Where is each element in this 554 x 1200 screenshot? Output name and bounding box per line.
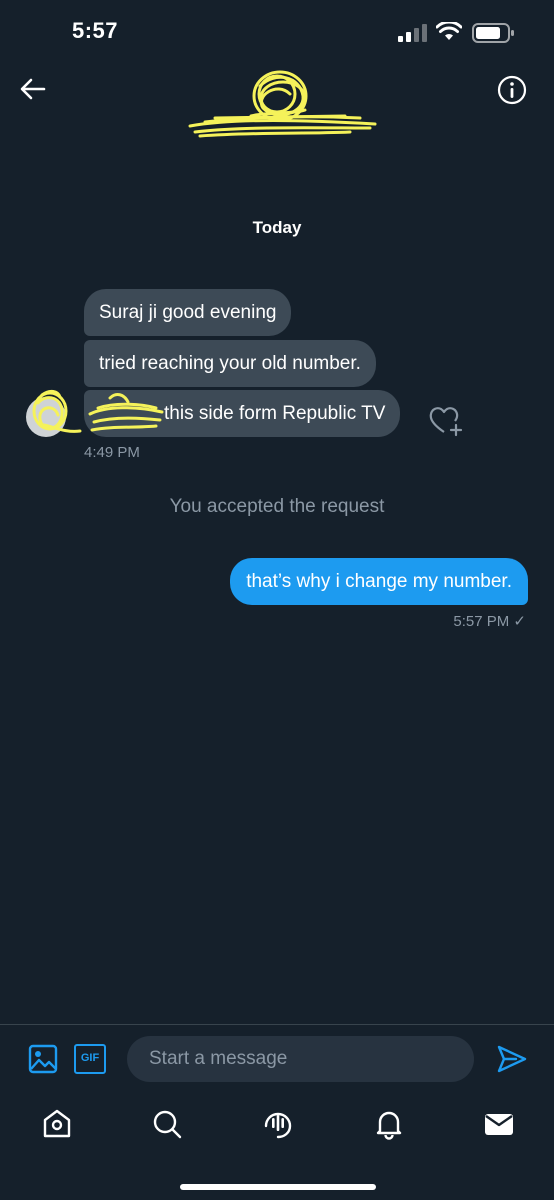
avatar[interactable] [24, 385, 84, 445]
divider [0, 1024, 554, 1025]
bell-icon[interactable] [373, 1108, 405, 1140]
gif-label: GIF [80, 1052, 100, 1064]
message-timestamp: 5:57 PM ✓ [453, 613, 526, 630]
redaction-scribble [188, 70, 377, 138]
heart-add-icon[interactable] [428, 404, 464, 438]
request-accepted-note: You accepted the request [169, 496, 385, 517]
status-time: 5:57 [72, 18, 119, 43]
message-bubble-incoming[interactable]: tried reaching your old number. [84, 340, 376, 387]
redaction-scribble [88, 393, 164, 432]
wifi-icon [436, 22, 462, 40]
message-input[interactable]: Start a message [127, 1036, 474, 1082]
message-bubble-outgoing[interactable]: that’s why i change my number. [230, 558, 528, 605]
spaces-icon[interactable] [262, 1108, 294, 1140]
info-icon[interactable] [496, 74, 528, 106]
image-icon[interactable] [28, 1044, 58, 1074]
gif-icon[interactable]: GIF [74, 1044, 106, 1074]
date-separator: Today [252, 218, 302, 237]
send-icon[interactable] [496, 1044, 528, 1074]
search-icon[interactable] [151, 1108, 183, 1140]
home-indicator [180, 1184, 376, 1190]
battery-icon [472, 23, 514, 43]
home-icon[interactable] [41, 1108, 73, 1140]
back-arrow-icon[interactable] [18, 74, 48, 104]
message-timestamp: 4:49 PM [84, 444, 140, 461]
signal-icon [398, 24, 427, 42]
message-bubble-incoming[interactable]: Suraj ji good evening [84, 289, 292, 336]
mail-icon[interactable] [483, 1108, 515, 1140]
